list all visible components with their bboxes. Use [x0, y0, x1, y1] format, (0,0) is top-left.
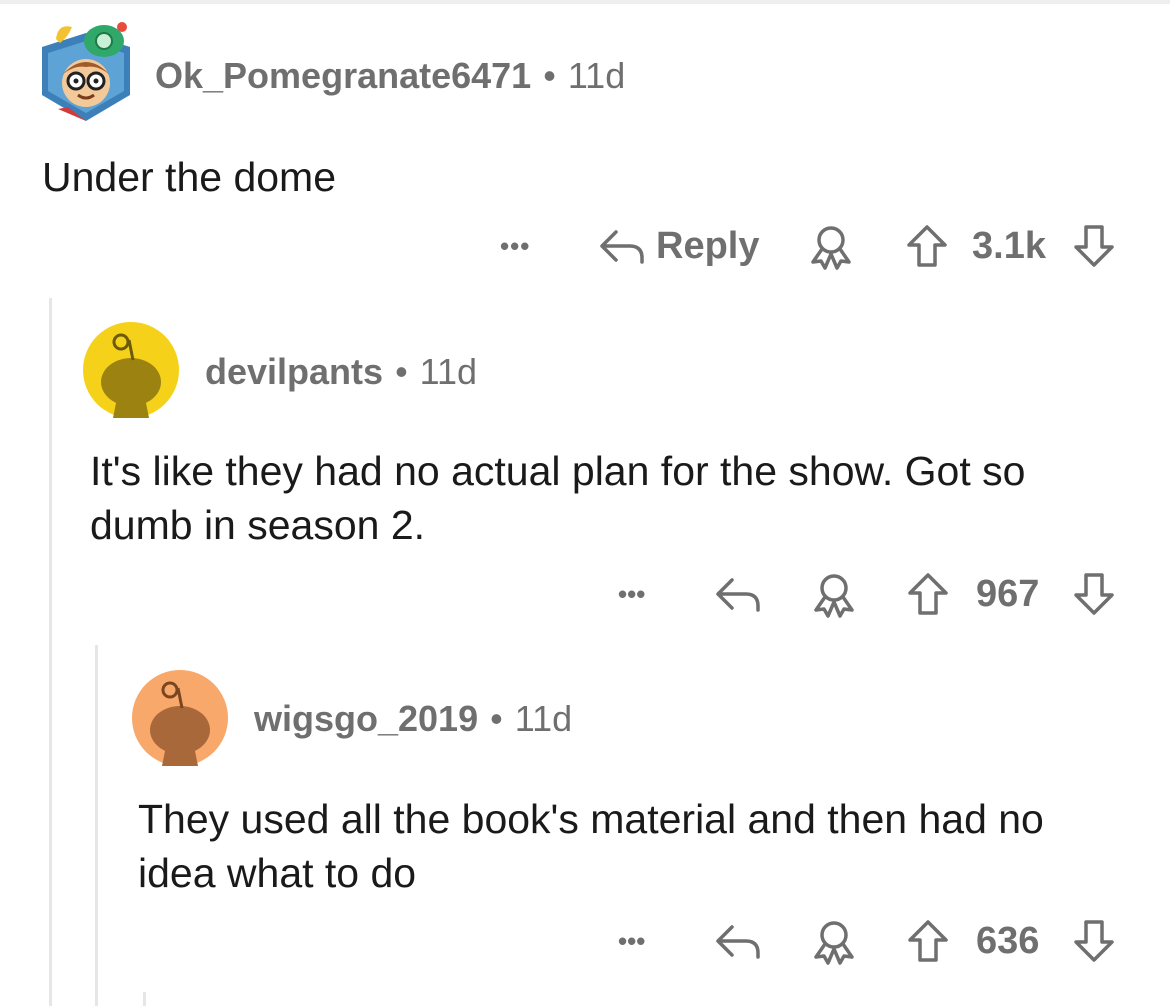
reply-arrow-icon [600, 230, 644, 264]
vote-score: 3.1k [972, 216, 1046, 276]
comment-meta: devilpants • 11d [205, 351, 477, 393]
username-link[interactable]: Ok_Pomegranate6471 [155, 55, 531, 96]
comment-meta: Ok_Pomegranate6471 • 11d [155, 55, 625, 97]
downvote-button[interactable] [1072, 564, 1116, 624]
award-icon [811, 226, 851, 270]
snoo-avatar-icon[interactable] [132, 670, 228, 766]
snoo-avatar-icon[interactable] [83, 322, 179, 418]
upvote-icon [907, 225, 947, 267]
more-options-icon: ••• [618, 925, 646, 956]
downvote-icon [1074, 920, 1114, 962]
comment-age: 11d [419, 351, 478, 392]
reply-button[interactable] [712, 564, 764, 624]
upvote-button[interactable] [905, 216, 949, 276]
username-link[interactable]: devilpants [205, 351, 383, 392]
comment-body: Under the dome [42, 154, 337, 200]
meta-separator: • [490, 698, 503, 739]
award-icon [814, 921, 854, 965]
user-avatar-icon[interactable] [38, 13, 134, 125]
vote-score: 636 [976, 911, 1039, 971]
more-options-icon: ••• [500, 230, 531, 261]
meta-separator: • [543, 55, 556, 96]
meta-separator: • [395, 351, 408, 392]
downvote-button[interactable] [1072, 216, 1116, 276]
score-label: 636 [976, 919, 1040, 962]
reply-arrow-icon [716, 578, 760, 612]
comment-body: It's like they had no actual plan for th… [90, 448, 1026, 548]
reply-label: Reply [656, 224, 760, 267]
more-options-button[interactable]: ••• [618, 911, 645, 971]
more-options-icon: ••• [618, 578, 646, 609]
top-divider [0, 0, 1170, 4]
more-options-button[interactable]: ••• [500, 216, 530, 276]
more-options-button[interactable]: ••• [618, 564, 645, 624]
upvote-icon [908, 920, 948, 962]
score-label: 3.1k [972, 224, 1046, 267]
award-button[interactable] [808, 911, 860, 971]
score-label: 967 [976, 572, 1040, 615]
award-icon [814, 574, 854, 618]
thread-line-level-3[interactable] [143, 992, 146, 1006]
downvote-icon [1074, 225, 1114, 267]
comment-age: 11d [567, 55, 626, 96]
reply-button[interactable] [712, 911, 764, 971]
downvote-icon [1074, 573, 1114, 615]
downvote-button[interactable] [1072, 911, 1116, 971]
comment-actions: ••• Reply 3.1k [0, 216, 1170, 276]
award-button[interactable] [808, 564, 860, 624]
thread-line-level-1[interactable] [49, 298, 52, 1006]
upvote-button[interactable] [906, 911, 950, 971]
comment-meta: wigsgo_2019 • 11d [254, 698, 572, 740]
vote-score: 967 [976, 564, 1039, 624]
award-button[interactable] [805, 216, 857, 276]
reply-button[interactable]: Reply [596, 216, 759, 276]
comment-actions: ••• 967 [0, 564, 1170, 624]
upvote-icon [908, 573, 948, 615]
comment-age: 11d [514, 698, 573, 739]
reply-arrow-icon [716, 925, 760, 959]
comment-body: They used all the book's material and th… [138, 796, 1044, 896]
username-link[interactable]: wigsgo_2019 [254, 698, 478, 739]
upvote-button[interactable] [906, 564, 950, 624]
comment-actions: ••• 636 [0, 911, 1170, 971]
